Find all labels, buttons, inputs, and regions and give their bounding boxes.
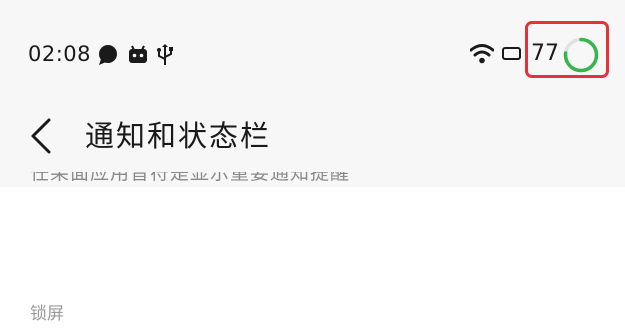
wifi-icon xyxy=(469,43,495,65)
battery-highlight-box xyxy=(525,21,609,78)
section-label-lockscreen: 锁屏 xyxy=(30,304,64,324)
notification-icons xyxy=(97,44,173,70)
chat-bubble-icon xyxy=(97,44,119,70)
status-bar: 02:08 77 xyxy=(0,0,625,110)
settings-content xyxy=(0,187,625,328)
status-time: 02:08 xyxy=(28,42,92,66)
usb-icon xyxy=(157,44,173,70)
page-title: 通知和状态栏 xyxy=(85,119,272,153)
clipped-description: 任果面应用音符是显示重要通知提醒 xyxy=(30,172,351,184)
android-icon xyxy=(127,45,149,69)
back-button[interactable] xyxy=(29,118,53,154)
chevron-left-icon xyxy=(31,118,51,154)
battery-icon xyxy=(502,47,521,60)
